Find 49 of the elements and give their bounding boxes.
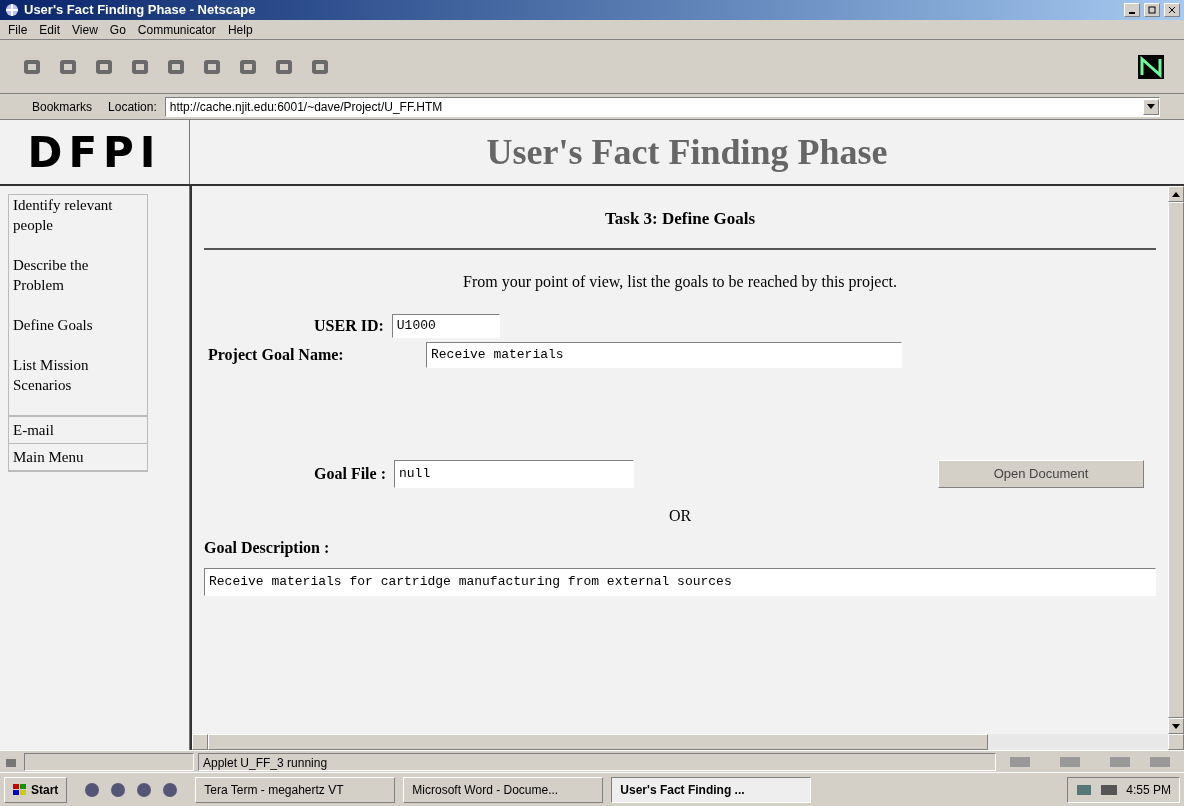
status-text: Applet U_FF_3 running [198,752,996,771]
taskbar-button[interactable]: Microsoft Word - Docume... [403,776,604,803]
menu-item[interactable]: Help [227,20,253,39]
user-id-label: USER ID: [314,315,384,336]
location-label: Location: [108,98,157,116]
sidebar-link[interactable]: Describe the Problem [9,255,147,315]
goal-description-label: Goal Description : [204,537,331,559]
logo: DFPI [27,126,162,179]
sidebar-link[interactable]: E-mail [9,417,147,444]
or-text: OR [667,505,693,526]
minimize-button[interactable] [1124,3,1140,17]
menu-item[interactable]: Communicator [137,20,216,39]
start-button[interactable]: Start [4,776,68,803]
maximize-icon [1148,6,1156,14]
goal-name-label: Project Goal Name: [208,344,345,366]
goal-file-label: Goal File : [314,463,386,484]
close-icon [1168,6,1176,14]
netscape-logo-icon [1138,54,1164,79]
vertical-scrollbar[interactable] [1168,186,1184,734]
window-title: User's Fact Finding Phase - Netscape [24,1,257,20]
windows-flag-icon [13,783,27,796]
horizontal-scrollbar[interactable] [192,734,1184,750]
menu-item[interactable]: Edit [39,20,61,39]
clock: 4:55 PM [1126,781,1171,799]
page-title: User's Fact Finding Phase [486,131,888,174]
bookmarks-button[interactable]: Bookmarks [24,97,101,116]
app-icon [4,2,20,18]
instruction-text: From your point of view, list the goals to be reached by this project. [462,271,898,293]
menu-item[interactable]: View [72,20,98,39]
menu-item[interactable]: Go [109,20,126,39]
taskbar-button[interactable]: User's Fact Finding ... [611,776,812,803]
close-button[interactable] [1164,3,1180,17]
sidebar-link[interactable]: Define Goals [9,315,147,355]
open-document-button[interactable]: Open Document [938,459,1144,488]
dropdown-icon[interactable] [1147,104,1155,109]
goal-name-field[interactable]: Receive materials [426,341,902,368]
location-field[interactable]: http://cache.njit.edu:6001/~dave/Project/U_FF.HTM [164,96,1160,117]
sidebar-link[interactable]: List Mission Scenarios [9,355,147,415]
user-id-field[interactable]: U1000 [391,313,500,338]
scroll-down-icon[interactable] [1172,723,1180,729]
menu-item[interactable]: File [8,20,28,39]
goal-file-field[interactable]: null [394,459,634,488]
taskbar-button[interactable]: Tera Term - megahertz VT [195,776,396,803]
sidebar-link[interactable]: Main Menu [9,444,147,471]
task-title: Task 3: Define Goals [604,208,756,230]
maximize-button[interactable] [1144,3,1160,17]
scroll-up-icon[interactable] [1172,191,1180,197]
goal-description-field[interactable]: Receive materials for cartridge manufacturing from external sources [204,567,1156,596]
sidebar-link[interactable]: Identify relevant people [9,195,147,255]
